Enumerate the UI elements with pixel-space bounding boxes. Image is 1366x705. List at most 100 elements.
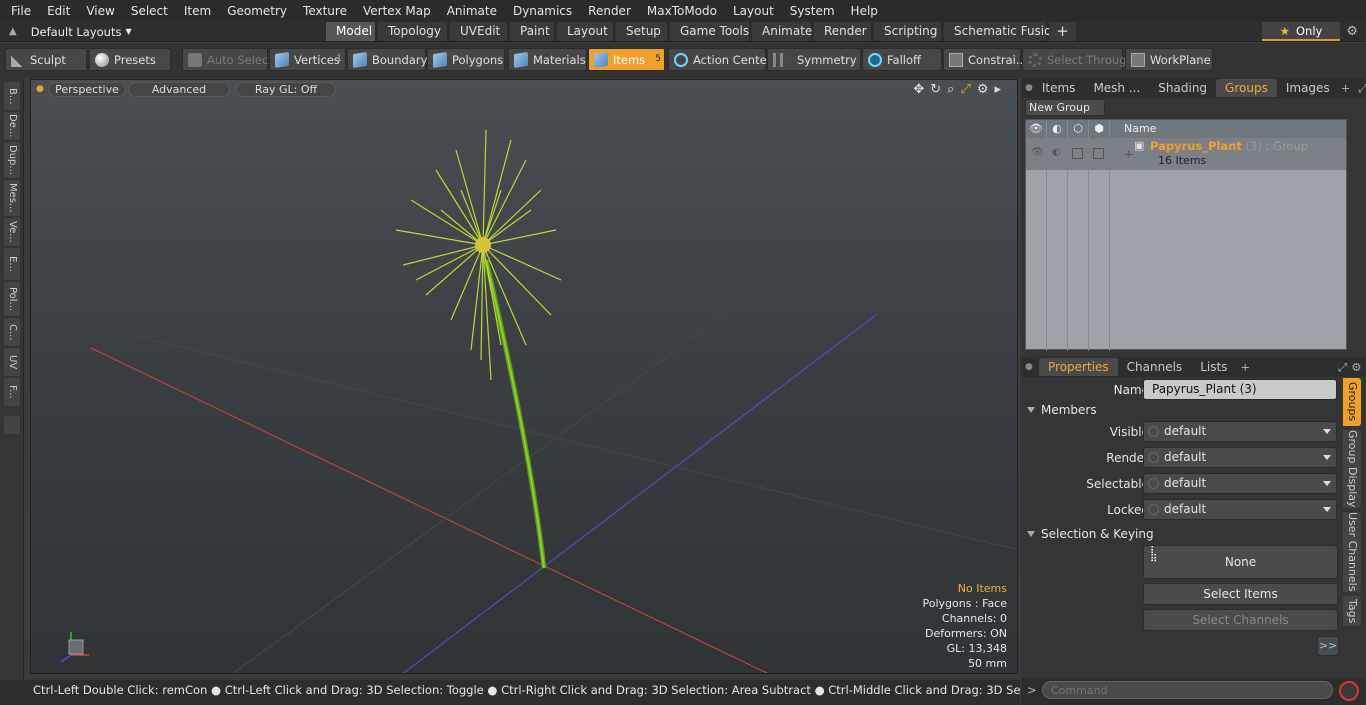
tab-render[interactable]: Render <box>814 22 872 41</box>
tab-items[interactable]: Items <box>1033 79 1085 97</box>
tab-model[interactable]: Model <box>326 22 376 41</box>
name-field[interactable]: Papyrus_Plant (3) <box>1143 379 1337 400</box>
tab-channels[interactable]: Channels <box>1118 358 1192 376</box>
tab-layout[interactable]: Layout <box>557 22 614 41</box>
group-row[interactable]: 👁 ◐ + ▣ Papyrus_Plant (3) : Group 16 Ite… <box>1026 138 1346 170</box>
left-tab-edge[interactable]: E... <box>4 248 20 280</box>
rotate-view-icon[interactable]: ↻ <box>930 82 941 97</box>
tab-topology[interactable]: Topology <box>378 22 448 41</box>
tab-scripting[interactable]: Scripting <box>874 22 942 41</box>
layouts-dropdown[interactable]: ▲ Default Layouts ▼ <box>0 21 170 42</box>
advanced-dropdown[interactable]: Advanced <box>128 82 230 97</box>
side-tab-groups[interactable]: Groups <box>1343 378 1361 426</box>
properties-gear-icon[interactable]: ⚙ <box>1351 360 1361 374</box>
menu-render[interactable]: Render <box>580 4 639 18</box>
tab-animate[interactable]: Animate <box>752 22 812 41</box>
tab-schematic-fusion[interactable]: Schematic Fusion <box>944 22 1059 41</box>
tab-lists[interactable]: Lists <box>1191 358 1236 376</box>
side-tab-group-display[interactable]: Group Display <box>1343 430 1361 508</box>
row-lock-checkbox[interactable] <box>1093 148 1104 159</box>
menu-select[interactable]: Select <box>123 4 176 18</box>
locked-dropdown[interactable]: default <box>1143 499 1337 520</box>
workplane-button[interactable]: WorkPlane <box>1125 48 1213 71</box>
left-tab-basic[interactable]: B... <box>4 82 20 110</box>
side-tab-tags[interactable]: Tags <box>1343 596 1361 626</box>
symmetry-button[interactable]: Symmetry <box>767 48 861 71</box>
menu-vertex-map[interactable]: Vertex Map <box>355 4 439 18</box>
viewport-expand-icon[interactable]: ▸ <box>994 82 1001 97</box>
tab-setup[interactable]: Setup <box>616 22 668 41</box>
auto-select-button[interactable]: Auto Select <box>182 48 273 71</box>
visibility-eye-icon[interactable]: 👁 <box>1026 120 1047 138</box>
falloff-button[interactable]: Falloff <box>862 48 942 71</box>
left-tab-mesh-edit[interactable]: Mes... <box>4 180 20 216</box>
left-tab-vertex[interactable]: Ve... <box>4 218 20 246</box>
row-render-icon[interactable]: ◐ <box>1052 147 1061 158</box>
menu-item[interactable]: Item <box>176 4 219 18</box>
add-tab-button[interactable]: + <box>1049 22 1077 41</box>
menu-layout[interactable]: Layout <box>725 4 782 18</box>
menu-system[interactable]: System <box>782 4 843 18</box>
menu-geometry[interactable]: Geometry <box>219 4 295 18</box>
selection-keying-section[interactable]: Selection & Keying <box>1027 527 1154 543</box>
render-icon[interactable]: ◐ <box>1047 120 1068 138</box>
panel-menu-dot-icon[interactable]: ● <box>1021 83 1033 93</box>
polygons-button[interactable]: Polygons <box>427 48 505 71</box>
left-tab-deform[interactable]: De... <box>4 112 20 140</box>
more-button[interactable]: >> <box>1317 636 1339 656</box>
animate-dot-icon[interactable] <box>1148 452 1159 463</box>
constraints-button[interactable]: Constrai... <box>943 48 1027 71</box>
render-dropdown[interactable]: default <box>1143 447 1337 468</box>
select-lock-icon[interactable]: ⬡ <box>1068 120 1089 138</box>
tab-uvedit[interactable]: UVEdit <box>450 22 508 41</box>
tab-game-tools[interactable]: Game Tools <box>670 22 750 41</box>
left-tab-uv[interactable]: UV <box>4 348 20 376</box>
menu-animate[interactable]: Animate <box>439 4 505 18</box>
menu-view[interactable]: View <box>78 4 122 18</box>
menu-help[interactable]: Help <box>843 4 886 18</box>
select-items-button[interactable]: Select Items <box>1143 583 1338 605</box>
menu-maxtomodo[interactable]: MaxToModo <box>639 4 725 18</box>
action-center-button[interactable]: Action Center <box>668 48 771 71</box>
presets-button[interactable]: Presets <box>89 48 171 71</box>
side-tab-user-channels[interactable]: User Channels <box>1343 512 1361 592</box>
vertices-button[interactable]: Vertices 1 <box>269 48 346 71</box>
tab-groups[interactable]: Groups <box>1216 79 1277 97</box>
left-tab-fusion[interactable]: F... <box>4 378 20 406</box>
expand-properties-icon[interactable]: ⤢ <box>1338 360 1347 375</box>
select-channels-button[interactable]: Select Channels <box>1143 609 1338 631</box>
perspective-dropdown[interactable]: Perspective <box>48 82 126 97</box>
new-group-button[interactable]: New Group <box>1025 99 1105 116</box>
left-tab-polygon[interactable]: Pol... <box>4 282 20 316</box>
zoom-view-icon[interactable]: ⌕ <box>947 82 954 97</box>
expand-plus-icon[interactable]: + <box>1124 147 1134 161</box>
menu-file[interactable]: File <box>0 4 39 18</box>
tab-shading[interactable]: Shading <box>1149 79 1216 97</box>
visible-dropdown[interactable]: default <box>1143 421 1337 442</box>
animate-dot-icon[interactable] <box>1148 504 1159 515</box>
viewport-settings-icon[interactable]: ⚙ <box>977 82 989 97</box>
only-toggle[interactable]: ★ Only <box>1262 22 1340 41</box>
materials-button[interactable]: Materials <box>508 48 587 71</box>
row-visibility-icon[interactable]: 👁 <box>1031 147 1044 158</box>
move-view-icon[interactable]: ✥ <box>913 82 924 97</box>
keying-none-button[interactable]: ⠇ ⠿ None <box>1143 545 1338 579</box>
gear-icon[interactable]: ⚙ <box>1346 24 1358 39</box>
add-properties-tab-icon[interactable]: + <box>1240 360 1250 374</box>
select-through-button[interactable]: Select Through <box>1022 48 1134 71</box>
add-panel-tab-icon[interactable]: + <box>1341 81 1351 95</box>
expand-panel-icon[interactable]: ⤢ <box>1358 81 1366 96</box>
column-name-header[interactable]: Name <box>1124 122 1156 135</box>
row-select-checkbox[interactable] <box>1072 148 1083 159</box>
tab-properties[interactable]: Properties <box>1039 358 1118 376</box>
animate-dot-icon[interactable] <box>1148 426 1159 437</box>
tab-images[interactable]: Images <box>1277 79 1339 97</box>
left-tab-curve[interactable]: C... <box>4 318 20 346</box>
properties-menu-dot-icon[interactable]: ● <box>1021 362 1039 372</box>
menu-edit[interactable]: Edit <box>39 4 78 18</box>
raygl-toggle[interactable]: Ray GL: Off <box>236 82 336 97</box>
viewport-menu-dot-icon[interactable]: ● <box>36 84 44 94</box>
items-button[interactable]: Items 5 <box>588 48 665 71</box>
fit-view-icon[interactable]: ⤢ <box>960 82 970 97</box>
menu-texture[interactable]: Texture <box>295 4 355 18</box>
